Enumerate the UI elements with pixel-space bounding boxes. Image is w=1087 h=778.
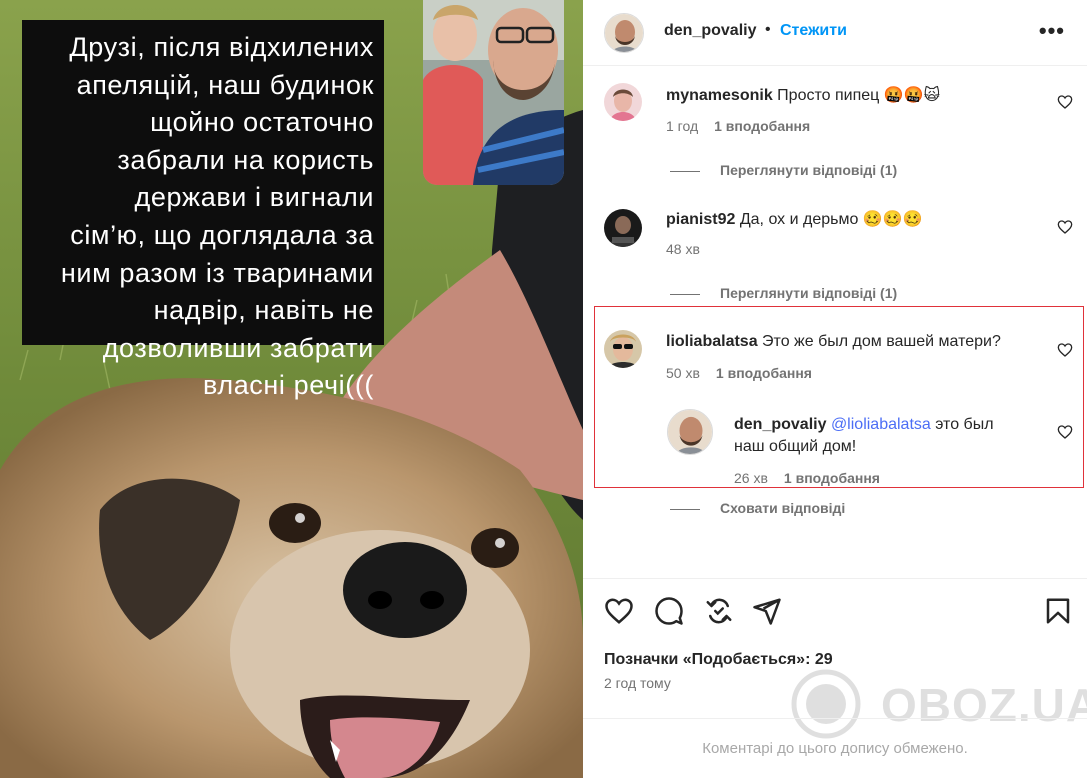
- comment-like-heart-icon[interactable]: [1057, 342, 1073, 358]
- comment-likes[interactable]: 1 вподобання: [716, 365, 812, 381]
- replies-line: [670, 170, 700, 172]
- story-line: забрали на користь: [117, 144, 374, 175]
- story-line: дозволивши забрати: [102, 332, 374, 363]
- comment-icon[interactable]: [654, 596, 684, 626]
- view-replies-button[interactable]: Переглянути відповіді (1): [670, 285, 897, 301]
- replies-line: [670, 293, 700, 295]
- view-replies-button[interactable]: Переглянути відповіді (1): [670, 162, 897, 178]
- reply-username[interactable]: den_povaliy: [734, 416, 826, 433]
- bookmark-icon[interactable]: [1043, 596, 1073, 626]
- repost-icon[interactable]: [704, 596, 734, 626]
- hide-replies-button[interactable]: Сховати відповіді: [670, 500, 845, 516]
- story-line: ним разом із тваринами: [60, 257, 374, 288]
- more-options-icon[interactable]: •••: [1039, 18, 1065, 44]
- comment-body: lioliabalatsa Это же был дом вашей матер…: [666, 331, 1001, 353]
- comment-time[interactable]: 1 год: [666, 118, 698, 134]
- hide-replies-label: Сховати відповіді: [720, 500, 846, 516]
- reply-text: наш общий дом!: [734, 438, 857, 455]
- post-media[interactable]: Друзі, після відхилених апеляцій, наш бу…: [0, 0, 583, 778]
- comment-username[interactable]: lioliabalatsa: [666, 333, 758, 350]
- post-timestamp[interactable]: 2 год тому: [604, 675, 671, 691]
- reply-avatar[interactable]: [667, 409, 713, 455]
- comments-limited-notice: Коментарі до цього допису обмежено.: [583, 718, 1087, 778]
- reply-time[interactable]: 26 хв: [734, 470, 768, 486]
- comment-likes[interactable]: 1 вподобання: [714, 118, 810, 134]
- story-line: апеляцій, наш будинок: [76, 69, 374, 100]
- share-icon[interactable]: [752, 596, 782, 626]
- story-line: надвір, навіть не: [153, 295, 374, 326]
- story-line: власні речі(((: [203, 370, 374, 401]
- reply-mention[interactable]: @lioliabalatsa: [831, 416, 931, 433]
- follow-button[interactable]: Стежити: [780, 22, 847, 40]
- likes-count[interactable]: Позначки «Подобається»: 29: [604, 651, 833, 669]
- view-replies-label: Переглянути відповіді (1): [720, 162, 898, 178]
- story-line: щойно остаточно: [150, 107, 374, 138]
- comment-username[interactable]: mynamesonik: [666, 87, 773, 104]
- view-replies-label: Переглянути відповіді (1): [720, 285, 898, 301]
- comment-body: pianist92 Да, ох и дерьмо 🥴🥴🥴: [666, 209, 923, 231]
- comment-text: Это же был дом вашей матери?: [762, 333, 1001, 350]
- comment-text: Да, ох и дерьмо 🥴🥴🥴: [739, 211, 923, 228]
- post-header: den_povaliy • Стежити •••: [583, 0, 1087, 66]
- comment-body: mynamesonik Просто пипец 🤬🤬🙀: [666, 85, 940, 107]
- post-actions: Позначки «Подобається»: 29 2 год тому: [583, 578, 1087, 718]
- comment-meta: 48 хв: [666, 241, 700, 257]
- story-line: Друзі, після відхилених: [69, 32, 374, 62]
- story-text-overlay: Друзі, після відхилених апеляцій, наш бу…: [22, 20, 384, 400]
- reply-like-heart-icon[interactable]: [1057, 424, 1073, 440]
- heart-icon[interactable]: [604, 596, 634, 626]
- comment-item: mynamesonik Просто пипец 🤬🤬🙀 1 год 1 впод…: [583, 66, 1087, 182]
- comment-like-heart-icon[interactable]: [1057, 94, 1073, 110]
- comment-meta: 50 хв 1 вподобання: [666, 365, 812, 381]
- selfie-inset: [423, 0, 564, 185]
- story-line: сім’ю, що доглядала за: [70, 219, 374, 250]
- story-line: держави і вигнали: [134, 182, 374, 213]
- comment-meta: 1 год 1 вподобання: [666, 118, 810, 134]
- separator-dot: •: [765, 21, 771, 38]
- author-avatar[interactable]: [604, 13, 644, 53]
- commenter-avatar[interactable]: [604, 209, 642, 247]
- comment-time[interactable]: 48 хв: [666, 241, 700, 257]
- author-username[interactable]: den_povaliy: [664, 22, 756, 40]
- replies-line: [670, 508, 700, 510]
- commenter-avatar[interactable]: [604, 83, 642, 121]
- reply-text: это был: [930, 416, 994, 433]
- commenter-avatar[interactable]: [604, 330, 642, 368]
- comment-item: pianist92 Да, ох и дерьмо 🥴🥴🥴 48 хв Пере…: [583, 190, 1087, 306]
- comment-text: Просто пипец 🤬🤬🙀: [777, 87, 941, 104]
- reply-meta: 26 хв 1 вподобання: [734, 470, 880, 486]
- reply-likes[interactable]: 1 вподобання: [784, 470, 880, 486]
- comment-time[interactable]: 50 хв: [666, 365, 700, 381]
- comment-username[interactable]: pianist92: [666, 211, 735, 228]
- comment-like-heart-icon[interactable]: [1057, 219, 1073, 235]
- comment-item: lioliabalatsa Это же был дом вашей матер…: [583, 315, 1087, 525]
- post-sidebar: den_povaliy • Стежити ••• mynamesonik Пр…: [583, 0, 1087, 778]
- reply-body: den_povaliy @lioliabalatsa это был наш о…: [734, 414, 1034, 458]
